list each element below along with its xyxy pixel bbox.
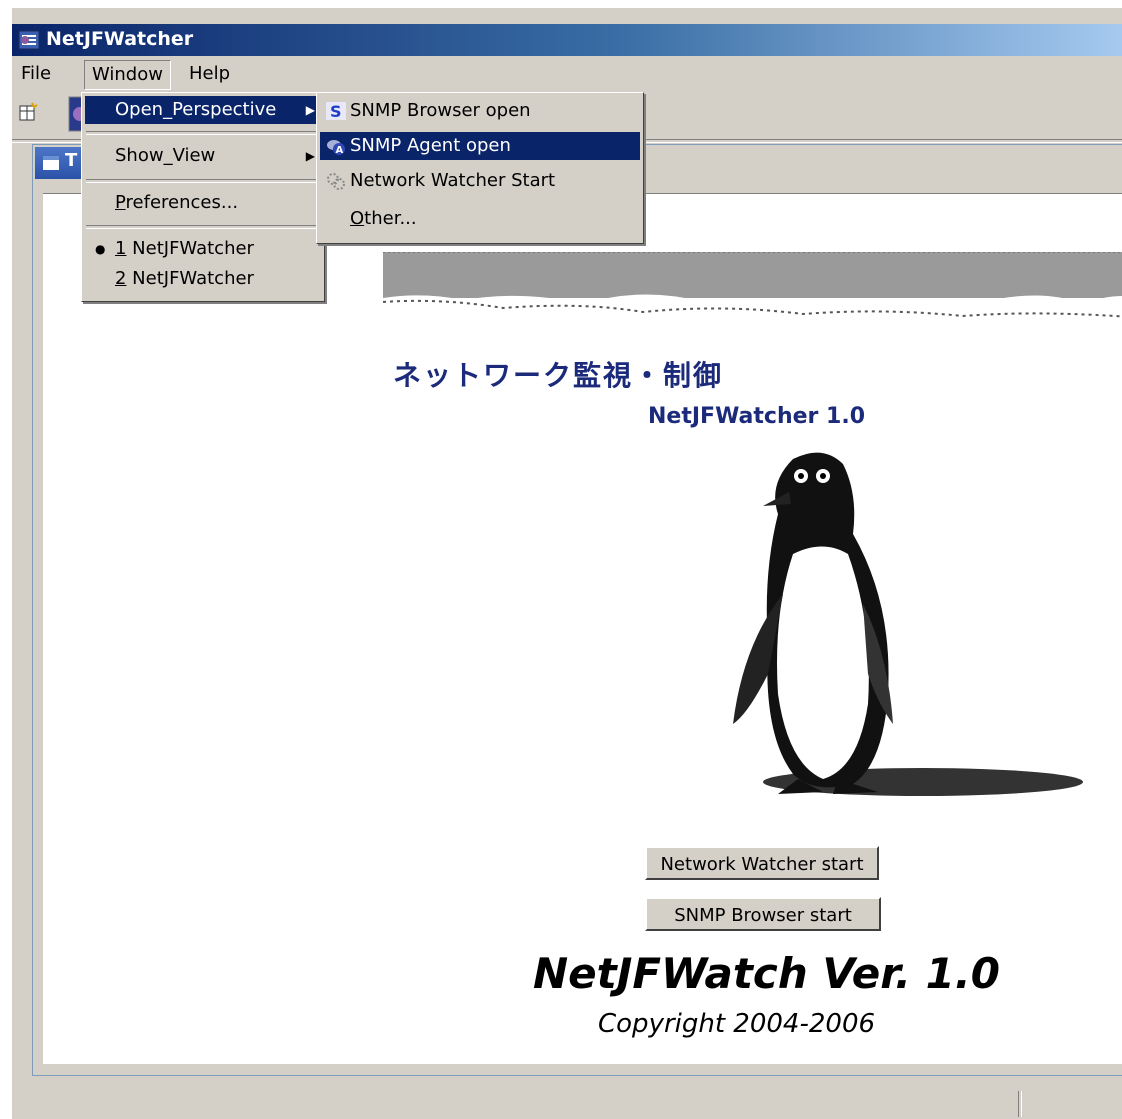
menu-item-other[interactable]: Other... [320, 205, 640, 233]
submenu-arrow-icon: ▶ [305, 149, 315, 163]
menu-item-network-watcher-start[interactable]: Network Watcher Start [320, 167, 640, 195]
menu-bar: File Window Help [12, 58, 1122, 90]
app-icon [18, 30, 40, 50]
other-mnemonic: O [350, 208, 365, 229]
show-view-label: Show_View [115, 145, 216, 166]
network-watcher-start-label: Network Watcher Start [350, 170, 556, 191]
preferences-mnemonic: P [115, 192, 126, 213]
recent-1-label: NetJFWatcher [126, 238, 254, 259]
radio-bullet-icon: ● [95, 242, 106, 256]
menu-item-snmp-browser-open[interactable]: S SNMP Browser open [320, 97, 640, 125]
desktop-strip [12, 8, 1122, 24]
banner-image [383, 252, 1122, 338]
open-perspective-label: Open_Perspective [115, 99, 277, 120]
menu-help[interactable]: Help [182, 60, 237, 88]
menu-separator [86, 179, 320, 183]
network-watcher-icon [327, 173, 345, 190]
svg-text:S: S [330, 102, 342, 120]
snmp-browser-start-button[interactable]: SNMP Browser start [645, 897, 881, 931]
recent-2-label: NetJFWatcher [126, 268, 254, 289]
status-divider [1018, 1091, 1022, 1117]
japanese-title: ネットワーク監視・制御 [393, 359, 724, 392]
recent-2-number: 2 [115, 268, 127, 289]
preferences-label: references... [125, 192, 239, 213]
menu-file[interactable]: File [14, 60, 58, 88]
menu-separator [86, 131, 320, 135]
window-title: NetJFWatcher [46, 28, 194, 50]
recent-1-number: 1 [115, 238, 127, 259]
snmp-agent-open-label: SNMP Agent open [350, 135, 511, 156]
network-watcher-start-button[interactable]: Network Watcher start [645, 846, 879, 880]
perspective-submenu: S SNMP Browser open A SNMP Agent open Ne… [316, 92, 644, 244]
window-menu-dropdown: Open_Perspective ▶ Show_View ▶ Preferenc… [81, 92, 325, 302]
new-perspective-icon[interactable] [18, 102, 38, 122]
svg-text:A: A [336, 145, 344, 155]
menu-item-snmp-agent-open[interactable]: A SNMP Agent open [320, 132, 640, 160]
title-bar[interactable]: NetJFWatcher [12, 24, 1122, 56]
product-version: NetJFWatch Ver. 1.0 [533, 949, 1000, 998]
menu-window[interactable]: Window [84, 60, 171, 90]
menu-item-preferences[interactable]: Preferences... [85, 189, 321, 217]
snmp-browser-open-label: SNMP Browser open [350, 100, 531, 121]
menu-item-recent-2[interactable]: 2 NetJFWatcher [85, 265, 321, 293]
menu-item-open-perspective[interactable]: Open_Perspective ▶ [85, 96, 321, 124]
penguin-image [733, 452, 1083, 796]
snmp-agent-icon: A [327, 140, 345, 155]
tab-label: T [65, 150, 78, 171]
splash-content: ネットワーク監視・制御 NetJFWatcher 1.0 Network Wat… [43, 193, 1122, 1064]
menu-separator [86, 225, 320, 229]
view-icon [43, 156, 59, 170]
menu-item-recent-1[interactable]: ● 1 NetJFWatcher [85, 235, 321, 263]
other-label: ther... [364, 208, 417, 229]
copyright-text: Copyright 2004-2006 [598, 1009, 876, 1039]
submenu-arrow-icon: ▶ [305, 103, 315, 117]
menu-item-show-view[interactable]: Show_View ▶ [85, 142, 321, 170]
version-title: NetJFWatcher 1.0 [648, 404, 866, 429]
status-bar [12, 1083, 1122, 1119]
snmp-browser-icon: S [326, 102, 346, 120]
